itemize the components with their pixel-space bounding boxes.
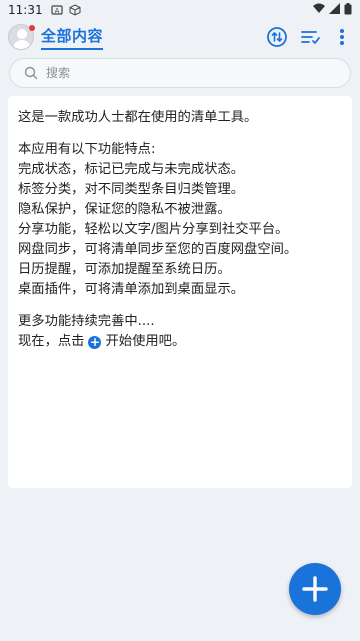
- list-filter-icon: [301, 31, 320, 44]
- notification-a-icon: A: [50, 4, 63, 16]
- app-header: 全部内容: [0, 20, 360, 56]
- search-bar[interactable]: [9, 58, 351, 88]
- cube-icon: [69, 4, 81, 16]
- intro-card: 这是一款成功人士都在使用的清单工具。 本应用有以下功能特点: 完成状态，标记已完…: [8, 96, 352, 488]
- more-vertical-icon: [340, 29, 344, 45]
- feature-item: 分享功能，轻松以文字/图片分享到社交平台。: [18, 222, 289, 237]
- status-time: 11:31: [8, 3, 43, 17]
- intro-text: 这是一款成功人士都在使用的清单工具。: [18, 110, 258, 125]
- plus-circle-icon: +: [88, 335, 102, 349]
- search-input[interactable]: [46, 66, 326, 80]
- more-menu-button[interactable]: [331, 26, 353, 48]
- cta-prefix: 现在，点击: [18, 334, 85, 349]
- add-button[interactable]: [289, 563, 341, 615]
- battery-icon: [344, 2, 352, 18]
- cta-suffix: 开始使用吧。: [105, 334, 186, 349]
- signal-icon: [329, 3, 340, 17]
- page-title[interactable]: 全部内容: [41, 25, 104, 50]
- cta-line: 现在，点击 + 开始使用吧。: [18, 332, 342, 352]
- feature-item: 隐私保护，保证您的隐私不被泄露。: [18, 202, 231, 217]
- search-icon: [24, 66, 38, 80]
- plus-icon: [302, 576, 328, 602]
- sync-sort-button[interactable]: [266, 26, 288, 48]
- feature-item: 网盘同步，可将清单同步至您的百度网盘空间。: [18, 242, 298, 257]
- notification-badge: [29, 25, 35, 31]
- features-heading: 本应用有以下功能特点:: [18, 142, 156, 157]
- filter-list-button[interactable]: [299, 26, 321, 48]
- feature-item: 桌面插件，可将清单添加到桌面显示。: [18, 282, 245, 297]
- feature-item: 标签分类，对不同类型条目归类管理。: [18, 182, 245, 197]
- feature-item: 日历提醒，可添加提醒至系统日历。: [18, 262, 231, 277]
- wifi-icon: [313, 3, 325, 17]
- feature-item: 完成状态，标记已完成与未完成状态。: [18, 162, 245, 177]
- sort-arrows-icon: [267, 27, 287, 47]
- svg-text:A: A: [54, 7, 59, 15]
- more-text: 更多功能持续完善中....: [18, 314, 155, 329]
- status-bar: 11:31 A: [0, 0, 360, 20]
